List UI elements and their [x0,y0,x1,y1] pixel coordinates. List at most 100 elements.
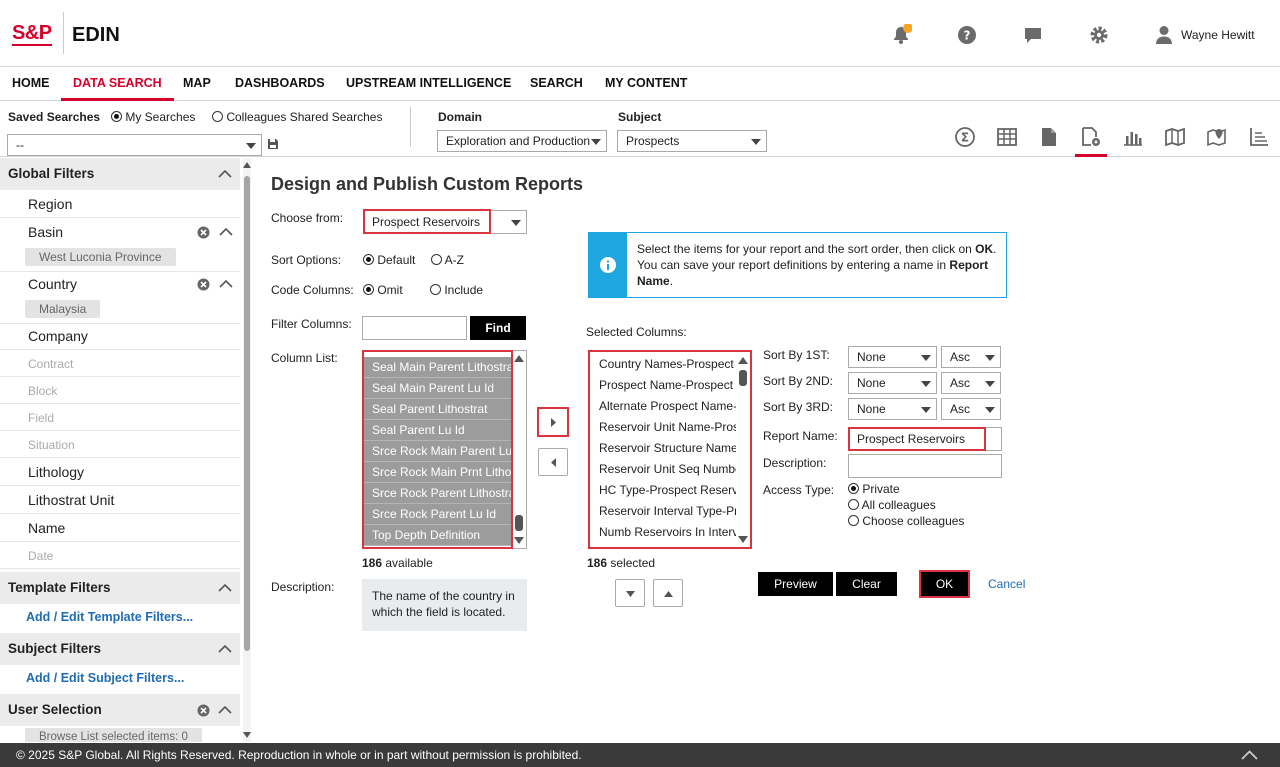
filter-lithostrat-unit[interactable]: Lithostrat Unit [0,486,240,514]
list-item[interactable]: Country Names-Prospect [590,354,736,375]
cancel-link[interactable]: Cancel [988,577,1025,591]
filter-columns-input[interactable] [362,316,467,340]
move-up-button[interactable] [653,579,683,607]
scroll-up-arrow-icon[interactable] [514,355,524,362]
preview-button[interactable]: Preview [758,572,833,596]
document-icon[interactable] [1038,126,1060,148]
edit-subject-filters-link[interactable]: Add / Edit Subject Filters... [26,671,184,685]
nav-map[interactable]: MAP [183,67,211,101]
chat-icon[interactable] [1022,24,1044,46]
report-settings-icon[interactable] [1080,126,1102,148]
global-filters-header[interactable]: Global Filters [0,158,240,190]
scroll-down-arrow-icon[interactable] [243,732,251,738]
chevron-up-icon[interactable] [218,584,232,592]
sort-by-2-select[interactable]: None [848,372,937,394]
sort-by-3-order[interactable]: Asc [941,398,1001,420]
access-all-radio[interactable]: All colleagues [848,498,936,512]
list-item[interactable]: Alternate Prospect Name-Prospect [590,396,736,417]
filter-lithology[interactable]: Lithology [0,458,240,486]
sigma-icon[interactable]: Σ [954,126,976,148]
radio-icon[interactable] [848,499,859,510]
sort-by-1-select[interactable]: None [848,346,937,368]
sidebar-scrollbar-thumb[interactable] [244,176,250,651]
radio-icon[interactable] [848,515,859,526]
code-include-radio[interactable]: Include [430,283,483,297]
filter-company[interactable]: Company [0,322,240,350]
nav-upstream-intelligence[interactable]: UPSTREAM INTELLIGENCE [346,67,511,101]
saved-search-select[interactable]: -- [7,134,262,156]
domain-select[interactable]: Exploration and Production [437,130,607,152]
radio-icon[interactable] [430,284,441,295]
list-item[interactable]: Reservoir Structure Name [590,438,736,459]
nav-search[interactable]: SEARCH [530,67,583,101]
list-item[interactable]: Reservoir Interval Type-Prospect [590,501,736,522]
my-searches-radio[interactable]: My Searches [111,110,195,124]
list-scrollbar-thumb[interactable] [515,515,523,531]
radio-icon[interactable] [848,483,859,494]
save-icon[interactable] [267,138,279,150]
user-selection-header[interactable]: User Selection [0,694,240,726]
scroll-up-arrow-icon[interactable] [738,357,748,364]
description-input[interactable] [848,454,1002,478]
chevron-up-icon[interactable] [219,280,233,288]
sort-columns-icon[interactable] [1248,126,1270,148]
sort-az-radio[interactable]: A-Z [431,253,464,267]
code-omit-radio[interactable]: Omit [363,283,403,297]
clear-selection-icon[interactable] [197,704,210,717]
subject-filters-header[interactable]: Subject Filters [0,633,240,665]
table-icon[interactable] [996,126,1018,148]
sort-by-1-order[interactable]: Asc [941,346,1001,368]
gear-icon[interactable] [1088,24,1110,46]
access-private-radio[interactable]: Private [848,482,900,496]
scroll-up-arrow-icon[interactable] [243,162,251,168]
chevron-up-icon[interactable] [218,170,232,178]
nav-home[interactable]: HOME [12,67,50,101]
map-layers-icon[interactable] [1164,126,1186,148]
nav-my-content[interactable]: MY CONTENT [605,67,687,101]
list-item[interactable]: Reservoir Unit Name-Prospect [590,417,736,438]
chevron-up-icon[interactable] [218,706,232,714]
nav-data-search[interactable]: DATA SEARCH [61,67,174,101]
filter-basin[interactable]: Basin [0,218,240,246]
radio-icon[interactable] [363,254,374,265]
move-down-button[interactable] [615,579,645,607]
list-scrollbar-thumb[interactable] [739,370,747,386]
clear-filter-icon[interactable] [197,278,210,291]
scroll-down-arrow-icon[interactable] [514,537,524,544]
clear-filter-icon[interactable] [197,226,210,239]
template-filters-header[interactable]: Template Filters [0,572,240,604]
radio-icon[interactable] [431,254,442,265]
clear-button[interactable]: Clear [836,572,897,596]
filter-name[interactable]: Name [0,514,240,542]
filter-country[interactable]: Country [0,270,240,298]
radio-icon[interactable] [363,284,374,295]
bell-icon[interactable] [890,24,912,46]
sort-default-radio[interactable]: Default [363,253,415,267]
chevron-up-icon[interactable] [218,645,232,653]
sort-by-2-order[interactable]: Asc [941,372,1001,394]
help-icon[interactable]: ? [956,24,978,46]
chevron-up-icon[interactable] [1241,750,1258,760]
scroll-down-arrow-icon[interactable] [738,536,748,543]
access-choose-radio[interactable]: Choose colleagues [848,514,964,528]
map-pin-icon[interactable] [1206,126,1228,148]
list-item[interactable]: Numb Reservoirs In Interval [590,522,736,543]
remove-column-button[interactable] [538,448,568,476]
selected-columns-list[interactable]: Country Names-Prospect Prospect Name-Pro… [588,350,752,549]
country-chip[interactable]: Malaysia [25,300,101,318]
chevron-up-icon[interactable] [219,228,233,236]
filter-region[interactable]: Region [0,190,240,218]
radio-icon[interactable] [212,111,223,122]
list-item[interactable]: HC Type-Prospect Reservoir [590,480,736,501]
sp-logo[interactable]: S&P [12,22,52,45]
list-item[interactable]: Reservoir Unit Seq Number [590,459,736,480]
list-item[interactable]: Prospect Name-Prospect [590,375,736,396]
bar-chart-icon[interactable] [1122,126,1144,148]
radio-icon[interactable] [111,111,122,122]
subject-select[interactable]: Prospects [617,130,767,152]
user-menu[interactable]: Wayne Hewitt [1155,25,1255,45]
sort-by-3-select[interactable]: None [848,398,937,420]
find-button[interactable]: Find [470,316,526,340]
edit-template-filters-link[interactable]: Add / Edit Template Filters... [26,610,193,624]
browse-list-chip[interactable]: Browse List selected items: 0 [25,728,202,742]
